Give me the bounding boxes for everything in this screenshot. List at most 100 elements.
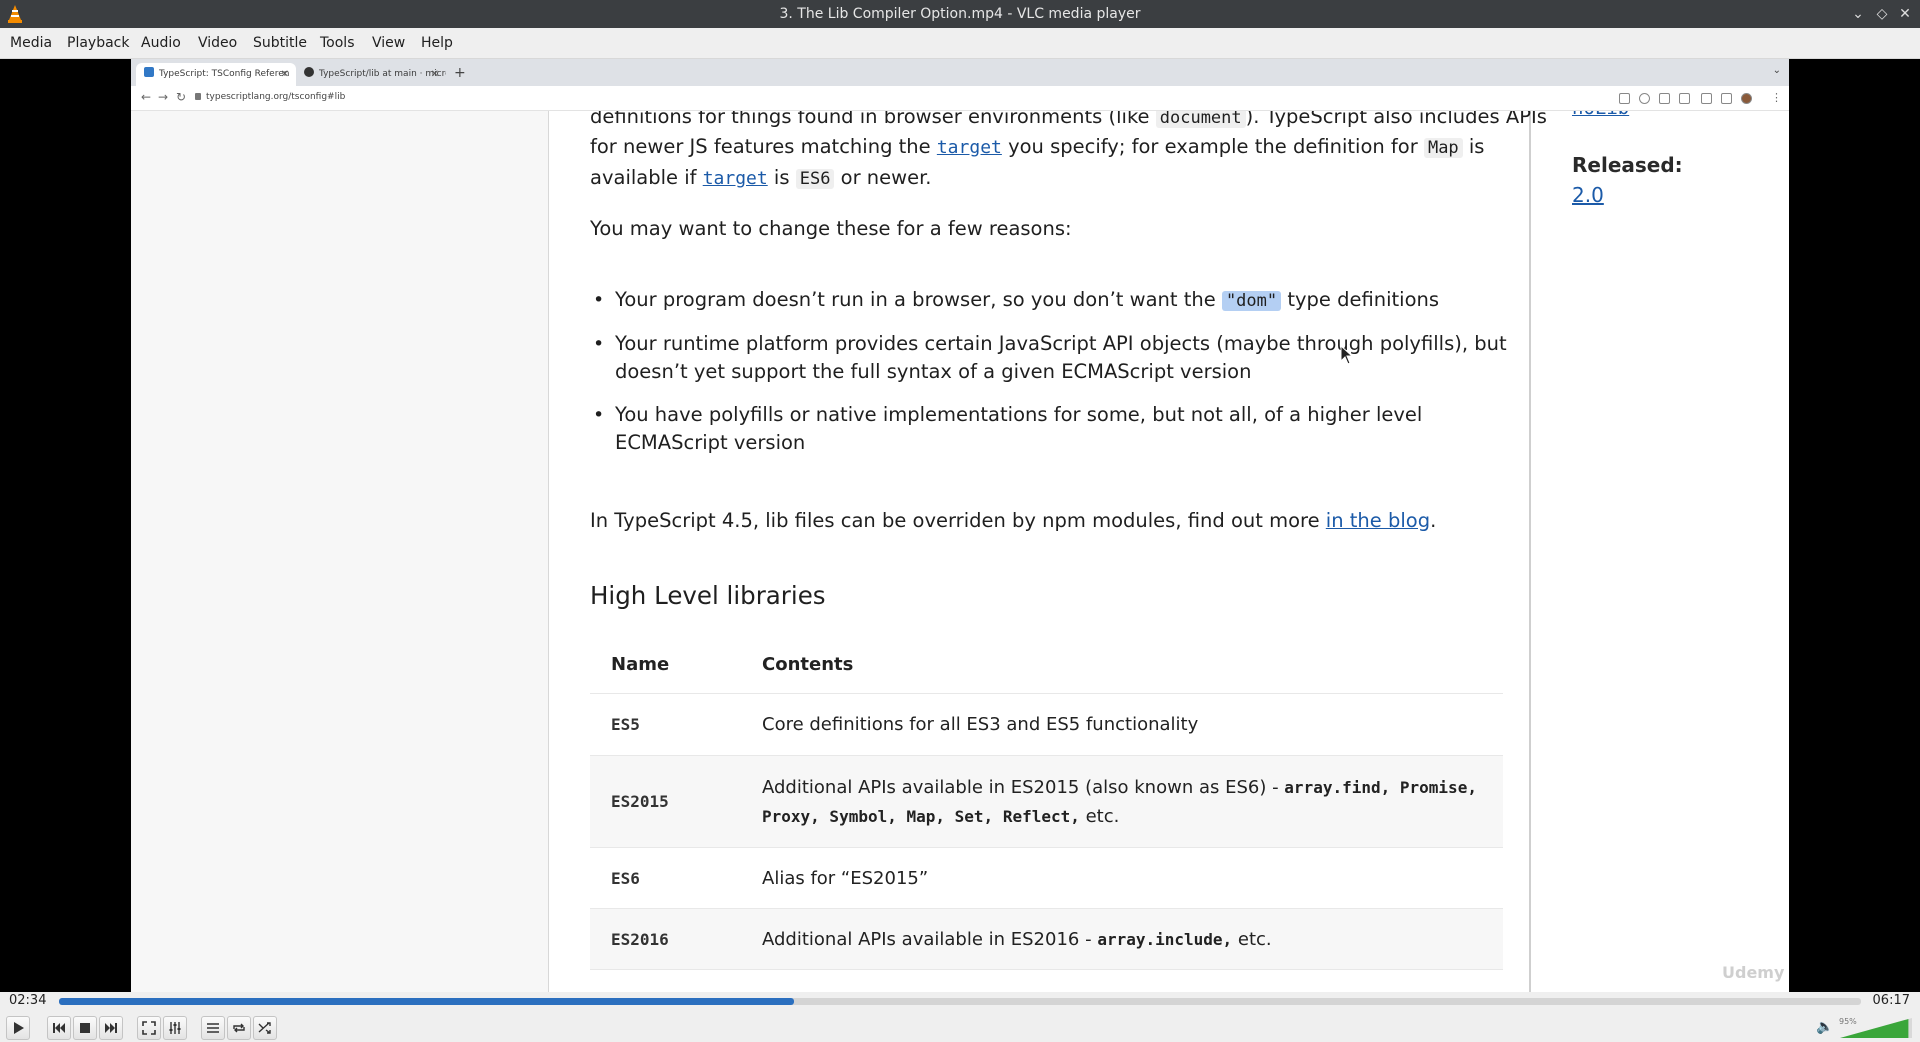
fullscreen-button[interactable]: [137, 1016, 161, 1040]
next-button[interactable]: [99, 1016, 123, 1040]
menu-view[interactable]: View: [372, 35, 405, 51]
lib-name: ES5: [590, 693, 741, 756]
page-content: definitions for things found in browser …: [131, 111, 1789, 992]
extended-settings-button[interactable]: [163, 1016, 187, 1040]
tab-list-icon: ⌄: [1772, 65, 1781, 76]
reload-icon: ↻: [176, 90, 187, 104]
menu-playback[interactable]: Playback: [67, 35, 129, 51]
playlist-button[interactable]: [201, 1016, 225, 1040]
volume-fill: [1840, 1019, 1909, 1038]
playlist-icon: [207, 1023, 219, 1033]
menu-subtitle[interactable]: Subtitle: [253, 35, 307, 51]
github-favicon-icon: [304, 67, 314, 77]
shuffle-icon: [258, 1022, 271, 1034]
text: available if: [590, 166, 703, 189]
released-version-link: 2.0: [1572, 183, 1604, 207]
side-panel-icon: [1721, 93, 1732, 104]
menu-audio[interactable]: Audio: [141, 35, 181, 51]
close-icon[interactable]: ✕: [1895, 4, 1915, 24]
play-button[interactable]: [6, 1016, 30, 1040]
volume-speaker-icon[interactable]: 🔈: [1816, 1019, 1833, 1035]
stop-button[interactable]: [73, 1016, 97, 1040]
minimize-icon[interactable]: ⌄: [1848, 4, 1868, 24]
column-header-name: Name: [611, 653, 670, 675]
tab-label: TypeScript/lib at main · micros: [319, 69, 446, 79]
lib-contents: Alias for “ES2016”: [741, 969, 1503, 992]
profile-avatar-icon: [1741, 93, 1752, 104]
text: type definitions: [1281, 288, 1440, 311]
code-es6: ES6: [795, 169, 835, 189]
blog-link: in the blog: [1325, 509, 1431, 532]
lib-contents: Alias for “ES2015”: [741, 847, 1503, 909]
shuffle-button[interactable]: [253, 1016, 277, 1040]
list-item: Your runtime platform provides certain J…: [590, 330, 1520, 387]
code-dom-selected: "dom": [1221, 291, 1282, 311]
lib-name: ES2016: [590, 908, 741, 970]
menu-video[interactable]: Video: [198, 35, 237, 51]
reasons-list: Your program doesn’t run in a browser, s…: [590, 286, 1520, 472]
seek-slider[interactable]: [59, 998, 1861, 1005]
typescript-favicon-icon: [144, 67, 154, 77]
code-document: document: [1155, 111, 1246, 128]
table-row: ES7 Alias for “ES2016”: [590, 969, 1503, 992]
bookmark-star-icon: [1679, 93, 1690, 104]
browser-tab-tsconfig: TypeScript: TSConfig Referen ✕: [136, 63, 296, 86]
left-sidebar-area: [131, 111, 548, 992]
play-icon: [14, 1022, 24, 1034]
tab-close-icon: ✕: [430, 69, 439, 80]
extension-icon: [1619, 93, 1630, 104]
fullscreen-icon: [142, 1021, 156, 1035]
mouse-cursor-icon: [1340, 345, 1354, 365]
column-header-contents: Contents: [762, 653, 854, 675]
equalizer-icon: [169, 1022, 181, 1034]
target-link: target: [702, 168, 768, 189]
table-row: ES6 Alias for “ES2015”: [590, 847, 1503, 909]
zoom-icon: [1639, 93, 1650, 104]
text: or newer.: [834, 166, 932, 189]
text: Additional APIs available in ES2016 -: [762, 928, 1098, 950]
previous-button[interactable]: [47, 1016, 71, 1040]
lock-icon: [195, 93, 201, 100]
table-header-row: Name Contents: [590, 635, 1503, 694]
back-arrow-icon: ←: [141, 90, 152, 104]
blog-paragraph: In TypeScript 4.5, lib files can be over…: [590, 505, 1436, 536]
section-heading: High Level libraries: [590, 581, 826, 610]
intro-paragraph-line3: available if target is ES6 or newer.: [590, 162, 932, 195]
text: In TypeScript 4.5, lib files can be over…: [590, 509, 1326, 532]
browser-tab-bar: TypeScript: TSConfig Referen ✕ TypeScrip…: [131, 59, 1789, 86]
video-frame-browser: TypeScript: TSConfig Referen ✕ TypeScrip…: [131, 59, 1789, 992]
window-title: 3. The Lib Compiler Option.mp4 - VLC med…: [779, 6, 1141, 22]
window-titlebar: 3. The Lib Compiler Option.mp4 - VLC med…: [0, 0, 1920, 28]
stop-icon: [80, 1023, 90, 1033]
libraries-table: Name Contents ES5 Core definitions for a…: [590, 635, 1503, 992]
volume-slider[interactable]: [1840, 1018, 1912, 1038]
target-link: target: [936, 137, 1002, 158]
menu-media[interactable]: Media: [10, 35, 52, 51]
list-item: You have polyfills or native implementat…: [590, 401, 1520, 458]
seek-progress: [59, 998, 795, 1005]
menu-help[interactable]: Help: [421, 35, 453, 51]
text: for newer JS features matching the: [590, 135, 937, 158]
text: Additional APIs available in ES2015 (als…: [762, 776, 1285, 798]
maximize-icon[interactable]: ◇: [1872, 4, 1892, 24]
left-divider: [548, 111, 549, 992]
text: ). TypeScript also includes APIs: [1245, 111, 1547, 128]
udemy-watermark: Udemy: [1722, 963, 1785, 982]
text: definitions for things found in browser …: [590, 111, 1156, 128]
menu-bar: Media Playback Audio Video Subtitle Tool…: [0, 28, 1920, 59]
intro-paragraph-line2: for newer JS features matching the targe…: [590, 131, 1484, 164]
lib-name: ES7: [590, 969, 741, 992]
menu-tools[interactable]: Tools: [320, 35, 355, 51]
time-elapsed: 02:34: [9, 993, 47, 1008]
table-row: ES5 Core definitions for all ES3 and ES5…: [590, 693, 1503, 756]
lib-contents: Core definitions for all ES3 and ES5 fun…: [741, 693, 1503, 756]
table-row: ES2015 Additional APIs available in ES20…: [590, 755, 1503, 848]
related-link-nolib: noLib: [1572, 111, 1629, 119]
reasons-intro: You may want to change these for a few r…: [590, 217, 1072, 240]
video-area[interactable]: TypeScript: TSConfig Referen ✕ TypeScrip…: [0, 59, 1920, 992]
player-controls: 02:34 06:17 🔈 95%: [0, 992, 1920, 1042]
loop-button[interactable]: [227, 1016, 251, 1040]
text: is: [767, 166, 796, 189]
extensions-puzzle-icon: [1701, 93, 1712, 104]
lib-name: ES6: [590, 847, 741, 909]
